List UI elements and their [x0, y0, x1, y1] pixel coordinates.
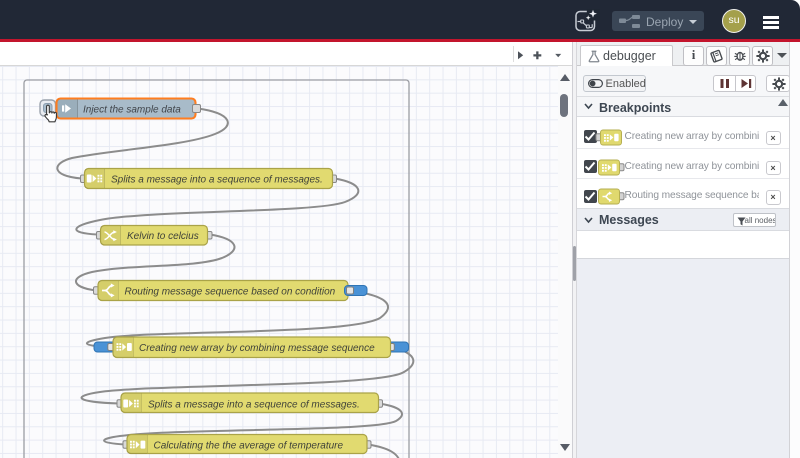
svg-text:Calculating the the average of: Calculating the the average of temperatu… — [154, 440, 344, 451]
svg-text:Kelvin to celcius: Kelvin to celcius — [127, 231, 199, 242]
svg-text:Inject the sample data: Inject the sample data — [83, 104, 181, 115]
svg-text:Creating new array by combinin: Creating new array by combining message … — [139, 343, 375, 354]
svg-text:Splits a message into a sequen: Splits a message into a sequence of mess… — [148, 399, 360, 410]
svg-text:Routing message sequence based: Routing message sequence based on condit… — [125, 286, 336, 297]
svg-text:Splits a message into a sequen: Splits a message into a sequence of mess… — [111, 174, 323, 185]
